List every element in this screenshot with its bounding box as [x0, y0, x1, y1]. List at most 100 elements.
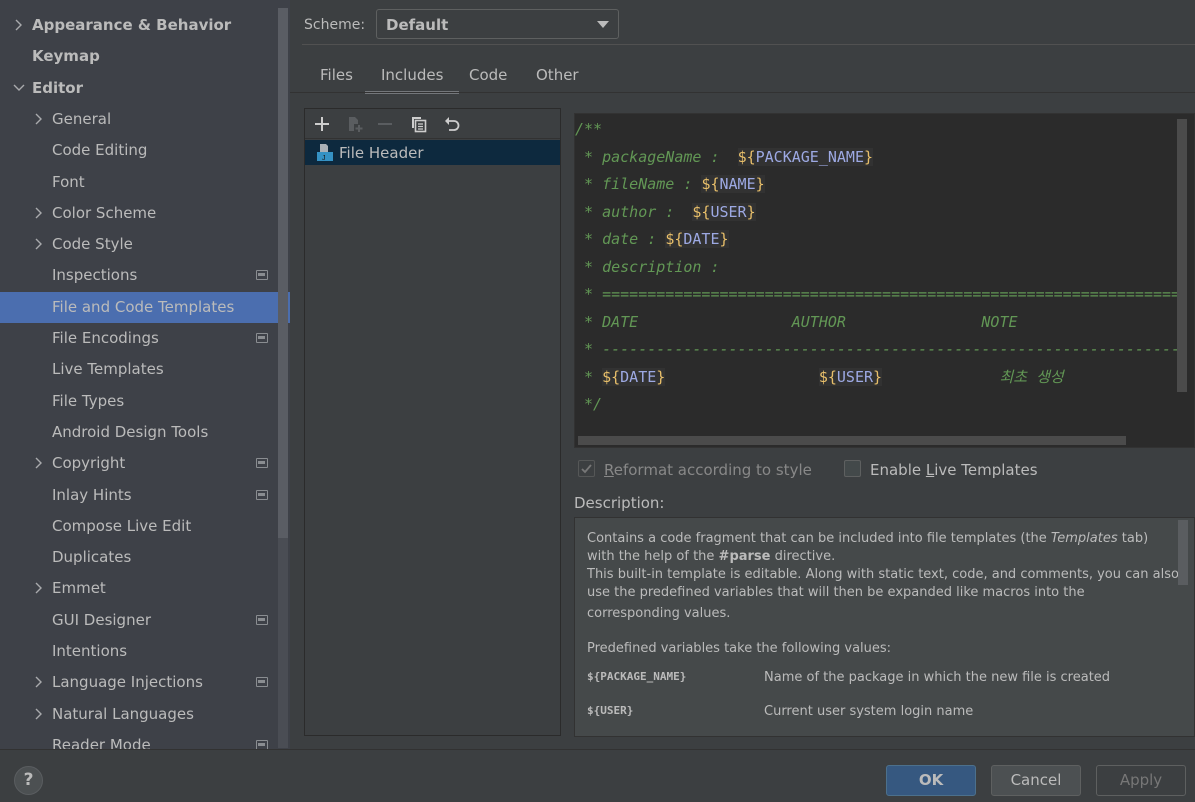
- description-text: This built-in template is editable. Alon…: [587, 567, 1179, 582]
- template-code-editor[interactable]: /** * packageName : ${PACKAGE_NAME} * fi…: [574, 113, 1195, 448]
- tab-includes[interactable]: Includes: [364, 66, 460, 94]
- sidebar-item-code-editing[interactable]: Code Editing: [0, 135, 290, 166]
- comment-text: * fileName :: [575, 175, 702, 193]
- sidebar-item-label: Emmet: [52, 579, 106, 598]
- project-level-icon: [256, 739, 268, 749]
- template-variable: ${PACKAGE_NAME}: [737, 147, 874, 166]
- sidebar-item-file-types[interactable]: File Types: [0, 386, 290, 417]
- template-list-item[interactable]: J File Header: [305, 140, 560, 165]
- template-variable: ${USER}: [692, 202, 756, 221]
- code-line: * author : ${USER}: [575, 200, 756, 224]
- description-text: Contains a code fragment that can be inc…: [587, 531, 1149, 546]
- revert-icon: [445, 117, 460, 131]
- chevron-right-icon[interactable]: [32, 448, 46, 469]
- sidebar-item-android-design-tools[interactable]: Android Design Tools: [0, 417, 290, 448]
- template-name: File Header: [339, 144, 424, 162]
- divider: [290, 92, 1195, 93]
- scheme-dropdown[interactable]: Default: [376, 9, 619, 39]
- template-list-panel: J File Header: [304, 108, 561, 736]
- sidebar-item-label: Color Scheme: [52, 203, 157, 222]
- tab-other[interactable]: Other: [536, 66, 579, 93]
- tab-files[interactable]: Files: [320, 66, 353, 93]
- predefined-heading: Predefined variables take the following …: [587, 641, 892, 656]
- chevron-down-icon: [597, 21, 609, 28]
- sidebar-item-compose-live-edit[interactable]: Compose Live Edit: [0, 511, 290, 542]
- sidebar-item-label: File Types: [52, 391, 125, 410]
- sidebar-item-reader-mode[interactable]: Reader Mode: [0, 730, 290, 749]
- sidebar-item-intentions[interactable]: Intentions: [0, 636, 290, 667]
- sidebar-item-general[interactable]: General: [0, 104, 290, 135]
- copy-template-button[interactable]: [409, 114, 429, 134]
- java-file-icon: J: [317, 144, 333, 162]
- sidebar-item-label: Font: [52, 172, 85, 191]
- sidebar-item-inlay-hints[interactable]: Inlay Hints: [0, 480, 290, 511]
- sidebar-item-color-scheme[interactable]: Color Scheme: [0, 198, 290, 229]
- comment-text: * --------------------------------------…: [575, 340, 1181, 358]
- sidebar-item-file-encodings[interactable]: File Encodings: [0, 323, 290, 354]
- chevron-right-icon[interactable]: [32, 667, 46, 688]
- sidebar-item-language-injections[interactable]: Language Injections: [0, 667, 290, 698]
- remove-template-button[interactable]: [375, 114, 395, 134]
- cancel-button[interactable]: Cancel: [991, 765, 1081, 796]
- checkbox-box: [844, 460, 861, 477]
- comment-text: *: [575, 367, 603, 386]
- variable-name: ${USER}: [587, 704, 634, 717]
- project-level-icon: [256, 458, 268, 469]
- sidebar-item-editor[interactable]: Editor: [0, 73, 290, 104]
- reset-to-default-button[interactable]: [442, 114, 462, 134]
- sidebar-item-emmet[interactable]: Emmet: [0, 573, 290, 604]
- chevron-right-icon[interactable]: [32, 699, 46, 720]
- sidebar-scrollbar-thumb[interactable]: [278, 8, 288, 538]
- sidebar-item-label: Natural Languages: [52, 704, 194, 723]
- sidebar-item-code-style[interactable]: Code Style: [0, 229, 290, 260]
- sidebar-item-file-and-code-templates[interactable]: File and Code Templates: [0, 291, 290, 323]
- chevron-right-icon[interactable]: [12, 10, 26, 31]
- chevron-right-icon[interactable]: [32, 229, 46, 250]
- chevron-right-icon[interactable]: [32, 198, 46, 219]
- sidebar-item-font[interactable]: Font: [0, 167, 290, 198]
- sidebar-item-duplicates[interactable]: Duplicates: [0, 542, 290, 573]
- tab-code[interactable]: Code: [469, 66, 507, 93]
- description-label: Description:: [574, 494, 665, 512]
- scheme-value: Default: [386, 16, 449, 34]
- code-line: * description :: [575, 255, 720, 279]
- project-level-icon: [256, 270, 268, 281]
- apply-button[interactable]: Apply: [1096, 765, 1186, 796]
- add-template-button[interactable]: [312, 114, 332, 134]
- sidebar-item-label: Android Design Tools: [52, 422, 209, 441]
- divider: [302, 44, 1195, 45]
- sidebar-item-copyright[interactable]: Copyright: [0, 448, 290, 479]
- comment-text: * description :: [575, 257, 720, 276]
- help-button[interactable]: ?: [14, 766, 43, 795]
- comment-text: /**: [575, 120, 603, 138]
- sidebar-item-live-templates[interactable]: Live Templates: [0, 354, 290, 385]
- dialog-footer: ? OK Cancel Apply: [0, 749, 1195, 802]
- code-line: * ======================================…: [575, 282, 1180, 306]
- sidebar-item-gui-designer[interactable]: GUI Designer: [0, 605, 290, 636]
- project-level-icon: [256, 333, 268, 343]
- template-variable: ${NAME}: [701, 175, 765, 193]
- sidebar-item-label: Code Style: [52, 235, 133, 254]
- sidebar-item-appearance-behavior[interactable]: Appearance & Behavior: [0, 10, 290, 41]
- code-line: * packageName : ${PACKAGE_NAME}: [575, 145, 874, 169]
- description-text: corresponding values.: [587, 606, 731, 621]
- svg-text:J: J: [322, 155, 326, 162]
- sidebar-item-inspections[interactable]: Inspections: [0, 260, 290, 291]
- plus-icon: [315, 117, 329, 131]
- editor-vertical-scrollbar[interactable]: [1177, 119, 1187, 392]
- chevron-down-icon[interactable]: [12, 73, 26, 94]
- sidebar-item-natural-languages[interactable]: Natural Languages: [0, 699, 290, 730]
- create-child-template-button[interactable]: [345, 114, 365, 134]
- code-line: * --------------------------------------…: [575, 337, 1180, 361]
- editor-horizontal-scrollbar[interactable]: [578, 436, 1126, 445]
- chevron-right-icon[interactable]: [32, 104, 46, 125]
- chevron-right-icon[interactable]: [32, 573, 46, 594]
- template-variable: ${USER}: [818, 367, 883, 386]
- comment-text: 최초 생성: [882, 367, 1064, 386]
- minus-icon: [378, 123, 392, 125]
- sidebar-item-label: Inlay Hints: [52, 485, 132, 504]
- ok-button[interactable]: OK: [886, 765, 976, 796]
- project-level-icon: [256, 677, 268, 688]
- sidebar-item-keymap[interactable]: Keymap: [0, 41, 290, 72]
- description-scrollbar[interactable]: [1178, 520, 1188, 585]
